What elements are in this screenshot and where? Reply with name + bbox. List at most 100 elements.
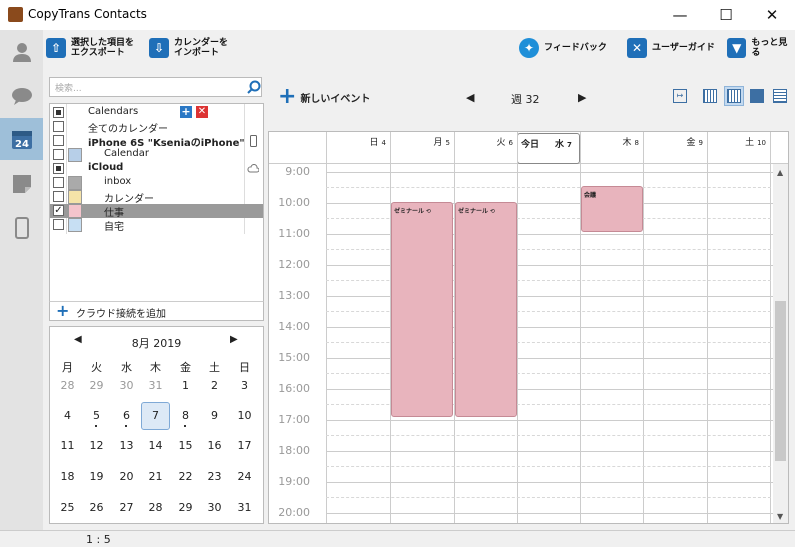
next-week-button[interactable]: ▶ [578, 91, 586, 104]
user-guide-button[interactable]: ✕ ユーザーガイド [627, 38, 715, 58]
mini-day[interactable]: 30 [200, 501, 229, 514]
calendar-checkbox[interactable] [53, 219, 64, 230]
nav-device-icon[interactable] [0, 208, 43, 248]
window-title: CopyTrans Contacts [28, 7, 147, 21]
mini-day[interactable]: 12 [82, 439, 111, 452]
day-header[interactable]: 金9 [643, 132, 707, 152]
mini-day[interactable]: 19 [82, 470, 111, 483]
week-view: 日 4 月 5 火 6 今日水 7 木 8 金 9 土 10 9:00 10:00 11:00 12:00 13:0… [268, 131, 789, 524]
view-workweek-icon[interactable] [703, 89, 717, 103]
icloud-row[interactable]: iCloud [50, 162, 263, 176]
scroll-up-icon[interactable]: ▲ [777, 168, 783, 177]
calendar-checkbox[interactable] [53, 191, 64, 202]
delete-calendar-icon[interactable]: ✕ [196, 106, 208, 118]
import-button[interactable]: ⇩ カレンダーを インポート [149, 38, 228, 58]
mini-day[interactable]: 27 [112, 501, 141, 514]
mini-day[interactable]: 14 [141, 439, 170, 452]
more-button[interactable]: ▼ もっと見る [727, 38, 795, 58]
search-input[interactable]: 検索... [55, 81, 82, 94]
new-event-button[interactable]: + 新しいイベント [278, 86, 370, 108]
mini-day[interactable]: 13 [112, 439, 141, 452]
hour-line [326, 513, 776, 514]
mini-day[interactable]: 23 [200, 470, 229, 483]
scroll-thumb[interactable] [775, 301, 786, 461]
mini-day[interactable]: 22 [171, 470, 200, 483]
scroll-down-icon[interactable]: ▼ [777, 512, 783, 521]
mini-day[interactable]: 28 [141, 501, 170, 514]
calendar-checkbox[interactable]: ✓ [53, 205, 64, 216]
mini-day[interactable]: 10 [230, 409, 259, 422]
mini-day[interactable]: 9 [200, 409, 229, 422]
add-calendar-icon[interactable]: + [180, 106, 192, 118]
device-calendar-row[interactable]: Calendar [50, 148, 263, 162]
mini-day[interactable]: 16 [200, 439, 229, 452]
minimize-button[interactable]: — [657, 0, 703, 30]
nav-calendar-icon[interactable]: 24 [0, 118, 43, 160]
half-hour-line [326, 466, 776, 467]
mini-day[interactable]: 5 [82, 409, 111, 422]
calendar-checkbox[interactable] [53, 177, 64, 188]
mini-day[interactable]: 15 [171, 439, 200, 452]
view-today-icon[interactable]: ↦ [673, 89, 687, 103]
mini-day[interactable]: 28 [53, 379, 82, 392]
all-calendars-checkbox[interactable] [53, 121, 64, 132]
side-nav: 24 [0, 30, 43, 530]
mini-day[interactable]: 4 [53, 409, 82, 422]
mini-day[interactable]: 29 [82, 379, 111, 392]
mini-day[interactable]: 25 [53, 501, 82, 514]
icloud-checkbox[interactable] [53, 163, 64, 174]
mini-day[interactable]: 1 [171, 379, 200, 392]
maximize-button[interactable]: ☐ [703, 0, 749, 30]
day-header[interactable]: 木8 [580, 132, 643, 152]
day-header[interactable]: 月5 [390, 132, 454, 152]
mini-day[interactable]: 2 [200, 379, 229, 392]
search-box[interactable]: 検索... [49, 77, 262, 97]
nav-contacts-icon[interactable] [0, 32, 43, 72]
nav-notes-icon[interactable] [0, 164, 43, 204]
calendar-event[interactable]: 会議 [581, 186, 643, 232]
mini-day[interactable]: 17 [230, 439, 259, 452]
color-swatch [68, 176, 82, 190]
calendar-event[interactable]: ゼミナール ⟲ [391, 202, 453, 417]
all-calendars-row[interactable]: 全てのカレンダー [50, 120, 263, 135]
device-row[interactable]: iPhone 6S "KseniaのiPhone" [50, 134, 263, 149]
nav-messages-icon[interactable] [0, 76, 43, 116]
prev-week-button[interactable]: ◀ [466, 91, 474, 104]
mini-day[interactable]: 8 [171, 409, 200, 422]
mini-day[interactable]: 3 [230, 379, 259, 392]
mini-day-today[interactable]: 7 [141, 402, 170, 430]
vertical-scrollbar[interactable]: ▲ ▼ [773, 164, 788, 523]
mini-day[interactable]: 26 [82, 501, 111, 514]
calendar-item-inbox[interactable]: inbox [50, 176, 263, 190]
next-month-button[interactable]: ▶ [230, 334, 238, 345]
view-month-icon[interactable] [750, 89, 764, 103]
day-header[interactable]: 今日 水 7 [517, 133, 580, 164]
mini-day[interactable]: 31 [141, 379, 170, 392]
add-cloud-button[interactable]: + クラウド接続を追加 [49, 301, 264, 321]
view-week-button[interactable] [724, 86, 744, 106]
day-header[interactable]: 土 10 [707, 132, 770, 152]
feedback-button[interactable]: ✦ フィードバック [519, 38, 607, 58]
export-button[interactable]: ⇧ 選択した項目を エクスポート [46, 38, 134, 58]
mini-day[interactable]: 31 [230, 501, 259, 514]
mini-day[interactable]: 6 [112, 409, 141, 422]
search-icon[interactable] [247, 80, 261, 94]
mini-day[interactable]: 11 [53, 439, 82, 452]
mini-day[interactable]: 29 [171, 501, 200, 514]
calendar-item-work[interactable]: ✓ 仕事 [50, 204, 263, 219]
view-list-icon[interactable] [773, 89, 787, 103]
calendar-item-calendar[interactable]: カレンダー [50, 190, 263, 205]
mini-day[interactable]: 24 [230, 470, 259, 483]
calendar-item-home[interactable]: 自宅 [50, 218, 263, 233]
select-all-checkbox[interactable] [53, 107, 64, 118]
mini-day[interactable]: 21 [141, 470, 170, 483]
close-button[interactable]: ✕ [749, 0, 795, 30]
device-calendar-checkbox[interactable] [53, 149, 64, 160]
mini-day[interactable]: 18 [53, 470, 82, 483]
mini-day[interactable]: 30 [112, 379, 141, 392]
day-header[interactable]: 火6 [454, 132, 517, 152]
day-header[interactable]: 日4 [326, 132, 390, 152]
calendar-event[interactable]: ゼミナール ⟲ [455, 202, 517, 417]
device-checkbox[interactable] [53, 135, 64, 146]
mini-day[interactable]: 20 [112, 470, 141, 483]
